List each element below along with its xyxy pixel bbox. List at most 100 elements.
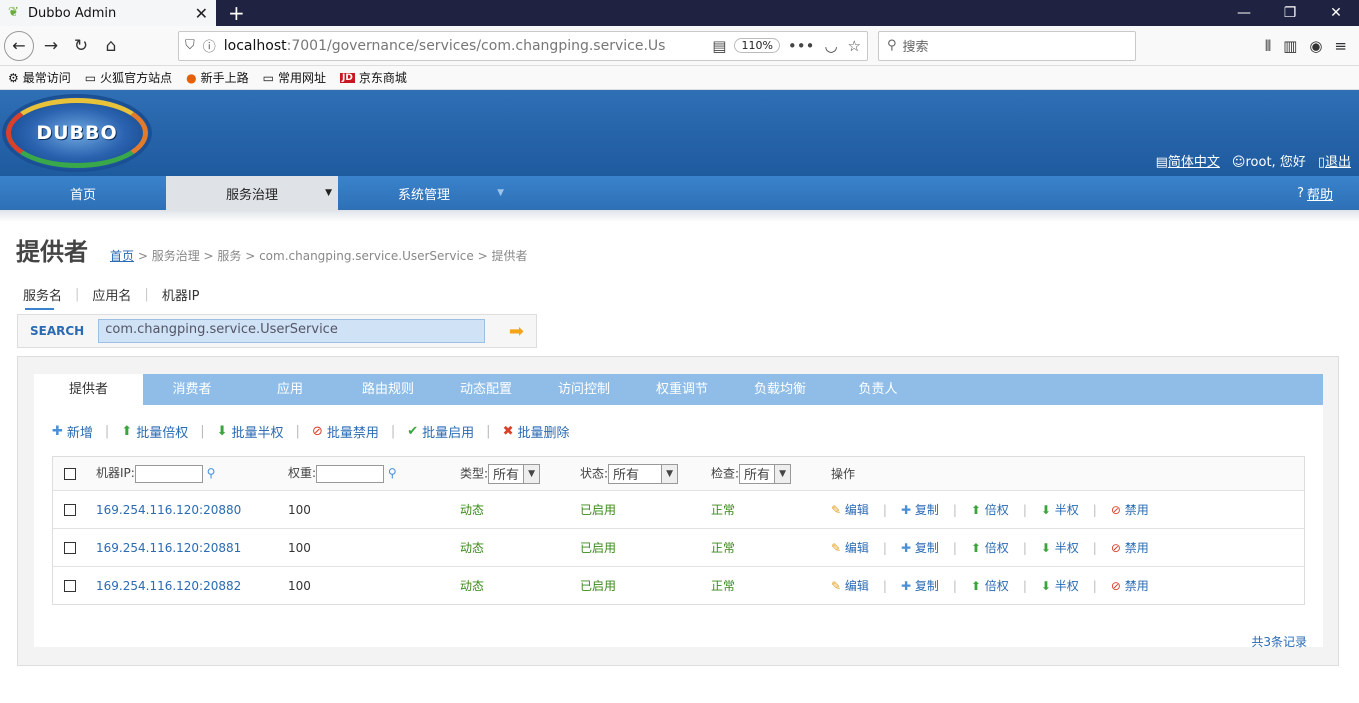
bookmark-jd[interactable]: JD 京东商城 — [340, 69, 407, 86]
double-button[interactable]: ⬆ 倍权 — [971, 577, 1009, 594]
search-icon[interactable]: ⚲ — [207, 466, 216, 480]
close-window-icon[interactable]: ✕ — [1313, 5, 1359, 21]
half-button[interactable]: ⬇ 半权 — [1041, 539, 1079, 556]
batch-disable-button[interactable]: ⊘ 批量禁用 — [312, 422, 379, 441]
tab-dynamic-config[interactable]: 动态配置 — [437, 374, 535, 405]
batch-double-button[interactable]: ⬆ 批量倍权 — [121, 422, 188, 441]
weight-filter-input[interactable] — [316, 464, 385, 483]
tab-routes[interactable]: 路由规则 — [339, 374, 437, 405]
ban-icon: ⊘ — [1110, 579, 1121, 593]
arrow-right-icon[interactable]: ➡ — [509, 321, 524, 342]
menu-icon[interactable]: ≡ — [1334, 37, 1347, 55]
user-label: root, 您好 — [1245, 155, 1306, 170]
action-label: 批量禁用 — [326, 425, 379, 441]
search-input[interactable]: com.changping.service.UserService — [98, 319, 485, 343]
tab-applications[interactable]: 应用 — [241, 374, 339, 405]
doc-icon: ▤ — [1155, 155, 1168, 170]
menu-system-management[interactable]: 系统管理 ▼ — [338, 176, 510, 210]
status-select[interactable]: 所有 ▼ — [608, 463, 679, 484]
url-bar[interactable]: ⛉ ⓘ localhost:7001/governance/services/c… — [178, 30, 868, 61]
copy-button[interactable]: ✚ 复制 — [901, 577, 939, 594]
breadcrumb-home[interactable]: 首页 — [110, 249, 134, 263]
row-checkbox[interactable] — [64, 541, 76, 554]
edit-button[interactable]: ✎ 编辑 — [831, 577, 869, 594]
tab-weight[interactable]: 权重调节 — [633, 374, 731, 405]
sidebar-icon[interactable]: ▥ — [1283, 37, 1297, 55]
zoom-level[interactable]: 110% — [734, 38, 780, 53]
batch-enable-button[interactable]: ✔ 批量启用 — [407, 422, 474, 441]
subtab-application[interactable]: 应用名 — [92, 285, 131, 304]
disable-button[interactable]: ⊘ 禁用 — [1111, 539, 1149, 556]
edit-button[interactable]: ✎ 编辑 — [831, 501, 869, 518]
tab-owners[interactable]: 负责人 — [829, 374, 927, 405]
bookmark-getting-started[interactable]: ● 新手上路 — [186, 69, 249, 86]
account-icon[interactable]: ◉ — [1309, 37, 1322, 55]
double-button[interactable]: ⬆ 倍权 — [971, 501, 1009, 518]
ip-filter-input[interactable] — [134, 464, 203, 483]
subtab-machine-ip[interactable]: 机器IP — [162, 285, 200, 304]
menu-home[interactable]: 首页 — [0, 176, 166, 210]
select-all-checkbox[interactable] — [64, 467, 76, 480]
reader-icon[interactable]: ▤ — [712, 37, 726, 55]
help-link[interactable]: ? 帮助 — [1297, 176, 1333, 210]
browser-tab[interactable]: ❦ Dubbo Admin ✕ — [0, 0, 216, 26]
disable-button[interactable]: ⊘ 禁用 — [1111, 501, 1149, 518]
type-select[interactable]: 所有 ▼ — [488, 463, 541, 484]
logo-text: DUBBO — [36, 122, 118, 144]
browser-navbar: ← → ↻ ⌂ ⛉ ⓘ localhost:7001/governance/se… — [0, 26, 1359, 66]
copy-button[interactable]: ✚ 复制 — [901, 501, 939, 518]
bookmark-most-visited[interactable]: ⚙ 最常访问 — [8, 69, 71, 86]
logout-link[interactable]: ▯退出 — [1318, 151, 1351, 170]
tab-providers[interactable]: 提供者 — [34, 374, 143, 405]
home-icon[interactable]: ⌂ — [96, 31, 126, 61]
subtab-service[interactable]: 服务名 — [23, 285, 62, 310]
check-select[interactable]: 所有 ▼ — [739, 463, 792, 484]
search-icon[interactable]: ⚲ — [388, 466, 397, 480]
star-icon[interactable]: ☆ — [848, 37, 861, 55]
double-button[interactable]: ⬆ 倍权 — [971, 539, 1009, 556]
copy-button[interactable]: ✚ 复制 — [901, 539, 939, 556]
half-button[interactable]: ⬇ 半权 — [1041, 577, 1079, 594]
half-button[interactable]: ⬇ 半权 — [1041, 501, 1079, 518]
help-label: 帮助 — [1306, 187, 1333, 203]
language-link[interactable]: ▤简体中文 — [1156, 151, 1220, 170]
action-label: 批量倍权 — [136, 425, 189, 441]
provider-ip-link[interactable]: 169.254.116.120:20880 — [96, 503, 241, 517]
back-icon[interactable]: ← — [4, 30, 34, 61]
restore-icon[interactable]: ❐ — [1267, 5, 1313, 21]
bookmark-common-sites[interactable]: ▭ 常用网址 — [263, 69, 326, 86]
forward-icon[interactable]: → — [36, 31, 66, 61]
minimize-icon[interactable]: — — [1221, 5, 1267, 21]
row-checkbox[interactable] — [64, 579, 76, 592]
dubbo-logo: DUBBO — [2, 94, 152, 172]
language-label: 简体中文 — [1167, 155, 1220, 170]
close-tab-icon[interactable]: ✕ — [195, 4, 208, 23]
url-text[interactable]: localhost:7001/governance/services/com.c… — [224, 38, 704, 54]
ban-icon: ⊘ — [311, 423, 323, 439]
add-button[interactable]: ✚ 新增 — [52, 422, 93, 441]
reload-icon[interactable]: ↻ — [66, 31, 96, 61]
arrow-down-icon: ⬇ — [216, 423, 228, 439]
bookmark-firefox-site[interactable]: ▭ 火狐官方站点 — [85, 69, 172, 86]
batch-delete-button[interactable]: ✖ 批量删除 — [503, 422, 570, 441]
provider-ip-link[interactable]: 169.254.116.120:20882 — [96, 579, 241, 593]
search-type-tabs: 服务名 | 应用名 | 机器IP — [23, 285, 200, 310]
batch-half-button[interactable]: ⬇ 批量半权 — [217, 422, 284, 441]
info-icon[interactable]: ⓘ — [203, 36, 216, 55]
more-icon[interactable]: ••• — [788, 37, 815, 55]
select-value: 所有 — [493, 468, 520, 483]
tab-consumers[interactable]: 消费者 — [143, 374, 241, 405]
row-checkbox[interactable] — [64, 503, 76, 516]
new-tab-icon[interactable]: + — [228, 3, 245, 23]
disable-button[interactable]: ⊘ 禁用 — [1111, 577, 1149, 594]
pocket-icon[interactable]: ◡ — [824, 37, 837, 55]
edit-button[interactable]: ✎ 编辑 — [831, 539, 869, 556]
chevron-down-icon: ▼ — [523, 464, 540, 483]
library-icon[interactable]: ⫴ — [1265, 37, 1271, 55]
tab-load-balance[interactable]: 负载均衡 — [731, 374, 829, 405]
shield-icon[interactable]: ⛉ — [185, 38, 195, 53]
menu-service-governance[interactable]: 服务治理 ▼ — [166, 176, 338, 210]
browser-search[interactable]: ⚲ 搜索 — [878, 30, 1136, 61]
tab-access-control[interactable]: 访问控制 — [535, 374, 633, 405]
provider-ip-link[interactable]: 169.254.116.120:20881 — [96, 541, 241, 555]
